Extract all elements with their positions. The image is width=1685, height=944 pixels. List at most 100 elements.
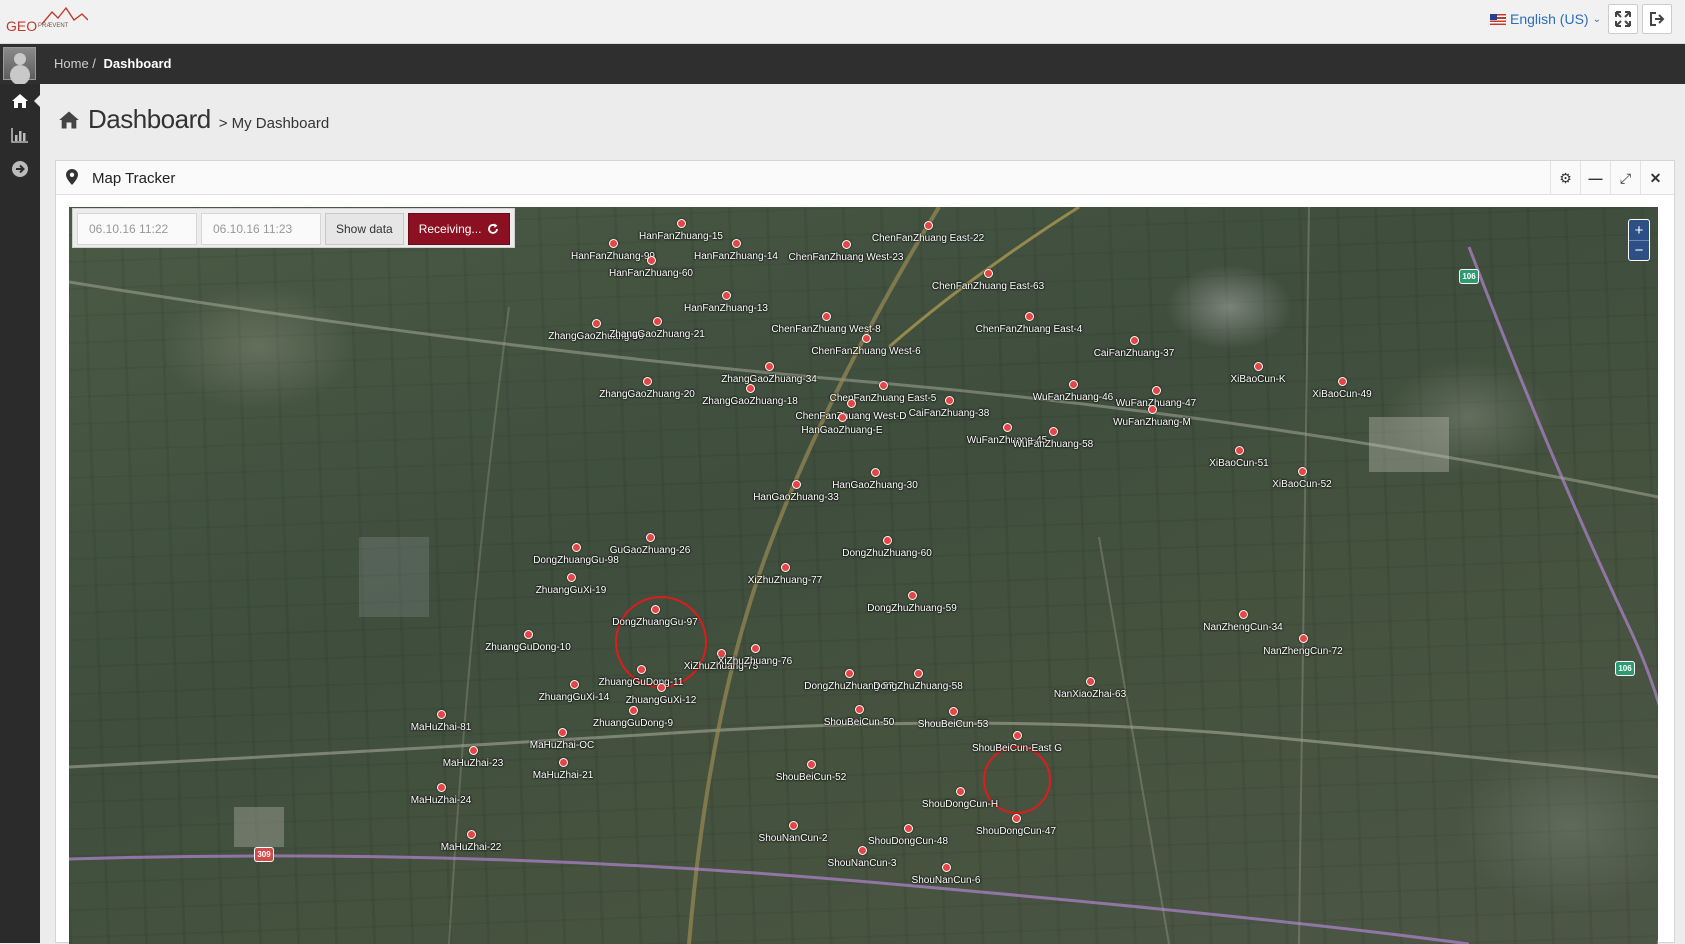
map-marker[interactable] xyxy=(677,219,686,228)
map-marker[interactable] xyxy=(467,830,476,839)
map-marker[interactable] xyxy=(984,269,993,278)
widget-maximize-button[interactable]: ⤢ xyxy=(1610,161,1640,195)
map-marker-label: ChenFanZhuang East-5 xyxy=(829,393,937,404)
map-marker[interactable] xyxy=(879,381,888,390)
map-marker[interactable] xyxy=(637,665,646,674)
map-marker[interactable] xyxy=(845,669,854,678)
map-marker[interactable] xyxy=(908,591,917,600)
map-marker[interactable] xyxy=(651,605,660,614)
map-marker[interactable] xyxy=(657,683,666,692)
map-marker[interactable] xyxy=(570,680,579,689)
map-marker[interactable] xyxy=(822,312,831,321)
map-marker[interactable] xyxy=(1049,427,1058,436)
logout-button[interactable] xyxy=(1642,4,1672,34)
map-marker[interactable] xyxy=(1338,377,1347,386)
map-marker[interactable] xyxy=(746,384,755,393)
widget-minimize-button[interactable]: — xyxy=(1580,161,1610,195)
sidebar-item-statistics[interactable] xyxy=(0,118,40,152)
map-marker[interactable] xyxy=(1299,634,1308,643)
map-marker[interactable] xyxy=(807,760,816,769)
map-marker[interactable] xyxy=(732,239,741,248)
expand-icon: ⤢ xyxy=(1619,169,1632,186)
map-marker-label: ZhuangGuDong-10 xyxy=(485,642,571,653)
map-marker-label: ShouDongCun-H xyxy=(921,799,999,810)
map-marker[interactable] xyxy=(956,787,965,796)
map-marker[interactable] xyxy=(765,362,774,371)
map-marker[interactable] xyxy=(924,221,933,230)
map-marker[interactable] xyxy=(1025,312,1034,321)
fullscreen-button[interactable] xyxy=(1608,4,1638,34)
zoom-in-button[interactable]: + xyxy=(1629,220,1649,240)
map-marker[interactable] xyxy=(1003,423,1012,432)
receiving-button[interactable]: Receiving... xyxy=(407,213,511,245)
language-selector[interactable]: English (US) ⌄ xyxy=(1490,11,1601,27)
map-marker[interactable] xyxy=(789,821,798,830)
widget-title: Map Tracker xyxy=(92,170,176,187)
map-marker[interactable] xyxy=(914,669,923,678)
map-marker[interactable] xyxy=(437,783,446,792)
map-marker[interactable] xyxy=(1235,446,1244,455)
widget-close-button[interactable]: ✕ xyxy=(1640,161,1670,195)
map-marker[interactable] xyxy=(1086,677,1095,686)
map-marker-label: XiZhuZhuang-77 xyxy=(747,575,823,586)
date-from-input[interactable]: 06.10.16 11:22 xyxy=(77,213,197,245)
satellite-map[interactable]: 106 106 309 HanFanZhuang-15 HanFanZhuang-… xyxy=(69,207,1658,944)
map-marker-label: HanFanZhuang-13 xyxy=(684,303,768,314)
map-marker[interactable] xyxy=(847,399,856,408)
map-marker[interactable] xyxy=(751,644,760,653)
map-marker[interactable] xyxy=(437,710,446,719)
map-marker[interactable] xyxy=(722,291,731,300)
map-marker-label: WuFanZhuang-58 xyxy=(1012,439,1094,450)
map-marker[interactable] xyxy=(469,746,478,755)
map-marker[interactable] xyxy=(949,707,958,716)
user-avatar[interactable] xyxy=(3,47,36,80)
map-marker[interactable] xyxy=(1152,386,1161,395)
breadcrumb-home-link[interactable]: Home xyxy=(54,56,89,71)
map-marker[interactable] xyxy=(1298,467,1307,476)
sidebar-item-navigate[interactable] xyxy=(0,152,40,186)
map-marker[interactable] xyxy=(567,573,576,582)
map-marker[interactable] xyxy=(1254,362,1263,371)
map-marker[interactable] xyxy=(842,240,851,249)
map-marker[interactable] xyxy=(883,536,892,545)
map-marker[interactable] xyxy=(647,256,656,265)
map-marker[interactable] xyxy=(945,396,954,405)
map-marker[interactable] xyxy=(572,543,581,552)
map-marker[interactable] xyxy=(643,377,652,386)
minus-icon: — xyxy=(1588,170,1603,186)
map-marker-label: DongZhuZhuang-59 xyxy=(867,603,957,614)
map-marker[interactable] xyxy=(858,846,867,855)
map-marker[interactable] xyxy=(942,863,951,872)
map-marker[interactable] xyxy=(871,468,880,477)
map-marker[interactable] xyxy=(855,705,864,714)
zoom-out-button[interactable]: − xyxy=(1629,240,1649,260)
map-marker[interactable] xyxy=(592,319,601,328)
map-marker[interactable] xyxy=(904,824,913,833)
date-to-input[interactable]: 06.10.16 11:23 xyxy=(201,213,321,245)
map-marker[interactable] xyxy=(646,533,655,542)
show-data-button[interactable]: Show data xyxy=(325,213,404,245)
map-marker[interactable] xyxy=(1012,814,1021,823)
map-marker[interactable] xyxy=(524,630,533,639)
map-marker[interactable] xyxy=(1069,380,1078,389)
home-icon xyxy=(12,94,28,108)
map-marker-label: ChenFanZhuang East-63 xyxy=(931,281,1045,292)
map-marker[interactable] xyxy=(838,413,847,422)
gear-icon: ⚙ xyxy=(1559,169,1572,186)
map-marker[interactable] xyxy=(781,563,790,572)
widget-settings-button[interactable]: ⚙ xyxy=(1550,161,1580,195)
map-marker[interactable] xyxy=(629,706,638,715)
map-marker[interactable] xyxy=(558,728,567,737)
map-marker[interactable] xyxy=(609,239,618,248)
geopraevent-logo[interactable]: GEO PRÆVENT xyxy=(6,6,90,36)
map-marker[interactable] xyxy=(1130,336,1139,345)
map-marker[interactable] xyxy=(1148,405,1157,414)
map-marker[interactable] xyxy=(792,480,801,489)
map-marker[interactable] xyxy=(1239,610,1248,619)
map-marker[interactable] xyxy=(1013,731,1022,740)
map-marker[interactable] xyxy=(653,317,662,326)
map-marker[interactable] xyxy=(862,334,871,343)
sidebar-item-home[interactable] xyxy=(0,84,41,118)
map-marker[interactable] xyxy=(559,758,568,767)
sidebar xyxy=(0,84,41,943)
